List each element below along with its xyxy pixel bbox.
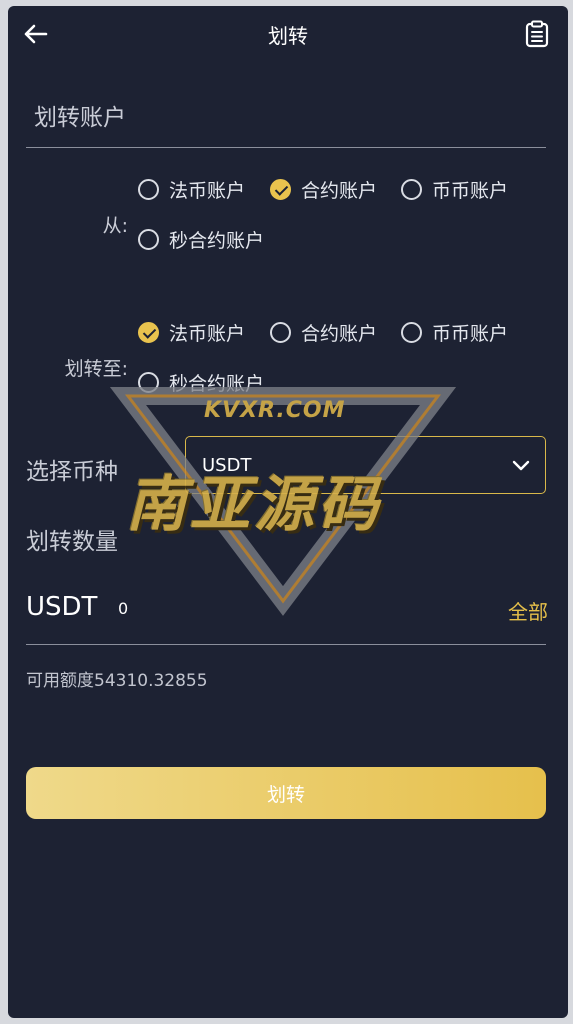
to-option-spot[interactable]: 币币账户 bbox=[401, 319, 508, 346]
clipboard-record-icon[interactable] bbox=[522, 19, 552, 49]
radio-checked-icon bbox=[138, 322, 159, 343]
to-option-second-contract[interactable]: 秒合约账户 bbox=[138, 369, 264, 396]
top-bar: 划转 bbox=[8, 6, 568, 62]
option-label: 合约账户 bbox=[301, 323, 378, 345]
all-amount-button[interactable]: 全部 bbox=[508, 596, 548, 625]
radio-circle-icon bbox=[138, 229, 159, 250]
radio-circle-icon bbox=[401, 322, 422, 343]
option-label: 币币账户 bbox=[432, 180, 509, 202]
option-label: 秒合约账户 bbox=[169, 230, 265, 252]
currency-select[interactable]: USDT bbox=[185, 436, 546, 494]
available-balance: 可用额度54310.32855 bbox=[26, 671, 208, 691]
from-option-fiat[interactable]: 法币账户 bbox=[138, 176, 245, 203]
section-divider bbox=[26, 147, 546, 148]
chevron-down-icon bbox=[511, 457, 531, 473]
to-label: 划转至: bbox=[64, 358, 128, 380]
page-title: 划转 bbox=[268, 24, 308, 48]
option-label: 法币账户 bbox=[169, 180, 246, 202]
option-label: 币币账户 bbox=[432, 323, 509, 345]
amount-divider bbox=[26, 644, 546, 645]
watermark-logo: KVXR.COM 南亚源码 bbox=[108, 386, 478, 616]
from-option-contract[interactable]: 合约账户 bbox=[270, 176, 377, 203]
currency-label: 选择币种 bbox=[26, 459, 118, 485]
from-option-spot[interactable]: 币币账户 bbox=[401, 176, 508, 203]
transfer-screen: 划转 划转账户 从: 法币账户 合约账户 币币账户 秒合约账户 划转至: 法币账… bbox=[8, 6, 568, 1018]
watermark-url: KVXR.COM bbox=[204, 398, 346, 423]
amount-unit: USDT bbox=[26, 592, 98, 622]
option-label: 秒合约账户 bbox=[169, 373, 265, 395]
option-label: 法币账户 bbox=[169, 323, 246, 345]
radio-circle-icon bbox=[138, 372, 159, 393]
from-option-second-contract[interactable]: 秒合约账户 bbox=[138, 226, 264, 253]
option-label: 合约账户 bbox=[301, 180, 378, 202]
radio-circle-icon bbox=[270, 322, 291, 343]
currency-selected-value: USDT bbox=[202, 455, 252, 476]
to-option-fiat[interactable]: 法币账户 bbox=[138, 319, 245, 346]
amount-label: 划转数量 bbox=[26, 529, 118, 555]
transfer-account-title: 划转账户 bbox=[34, 105, 126, 131]
to-option-contract[interactable]: 合约账户 bbox=[270, 319, 377, 346]
radio-circle-icon bbox=[138, 179, 159, 200]
radio-checked-icon bbox=[270, 179, 291, 200]
amount-input[interactable] bbox=[118, 596, 378, 620]
transfer-submit-button[interactable]: 划转 bbox=[26, 767, 546, 819]
radio-circle-icon bbox=[401, 179, 422, 200]
from-label: 从: bbox=[102, 215, 128, 237]
